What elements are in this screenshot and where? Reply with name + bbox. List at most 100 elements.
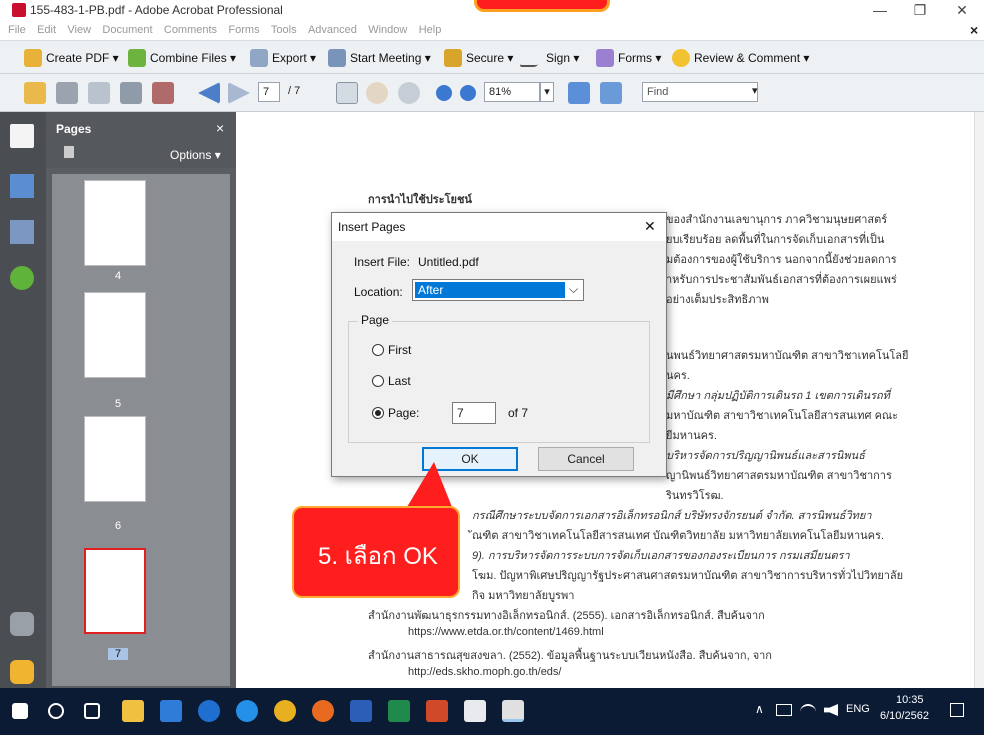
thumbnail-page-5[interactable] xyxy=(84,292,146,378)
menu-forms[interactable]: Forms xyxy=(228,20,259,40)
forms-label: Forms ▾ xyxy=(618,51,662,65)
doc-line: รินทรวิโรฒ. xyxy=(666,490,724,502)
ie-icon[interactable] xyxy=(236,700,258,722)
menu-file[interactable]: File xyxy=(8,20,26,40)
menu-view[interactable]: View xyxy=(67,20,91,40)
firefox-icon[interactable] xyxy=(312,700,334,722)
radio-page-label: Page: xyxy=(388,406,420,420)
clock-date[interactable]: 6/10/2562 xyxy=(880,710,929,722)
menu-document[interactable]: Document xyxy=(102,20,152,40)
bookmarks-icon[interactable] xyxy=(10,174,34,198)
document-scrollbar[interactable] xyxy=(974,112,984,688)
comments-icon[interactable] xyxy=(10,660,34,684)
menu-help[interactable]: Help xyxy=(419,20,442,40)
find-input[interactable]: Find xyxy=(642,82,758,102)
save-icon[interactable] xyxy=(88,82,110,104)
sign-button[interactable]: Sign ▾ xyxy=(518,47,579,69)
doc-line: กิจ มหาวิทยาลัยบูรพา xyxy=(472,590,575,602)
chrome-icon[interactable] xyxy=(274,700,296,722)
trash-icon[interactable] xyxy=(64,146,74,158)
signatures-icon[interactable] xyxy=(10,220,34,244)
print-icon[interactable] xyxy=(56,82,78,104)
help-icon[interactable] xyxy=(10,266,34,290)
start-icon[interactable] xyxy=(12,703,28,719)
document-close-button[interactable]: × xyxy=(970,22,978,38)
dialog-close-button[interactable]: ✕ xyxy=(644,218,656,235)
export-button[interactable]: Export ▾ xyxy=(250,47,316,69)
zoom-dropdown[interactable]: ▾ xyxy=(540,82,554,102)
menu-window[interactable]: Window xyxy=(368,20,407,40)
radio-first[interactable] xyxy=(372,344,384,356)
zoom-in-icon[interactable] xyxy=(460,85,476,101)
review-comment-button[interactable]: Review & Comment ▾ xyxy=(672,47,809,69)
thumbnail-page-7[interactable] xyxy=(84,548,146,634)
notifications-icon[interactable] xyxy=(950,703,964,717)
combine-files-button[interactable]: Combine Files ▾ xyxy=(128,47,236,69)
next-page-icon[interactable] xyxy=(228,82,250,104)
previous-page-icon[interactable] xyxy=(198,82,220,104)
hand-tool-icon[interactable] xyxy=(366,82,388,104)
menu-comments[interactable]: Comments xyxy=(164,20,217,40)
forms-button[interactable]: Forms ▾ xyxy=(596,47,661,69)
create-pdf-button[interactable]: Create PDF ▾ xyxy=(24,47,119,69)
radio-last[interactable] xyxy=(372,375,384,387)
location-select[interactable]: After ⌵ xyxy=(412,279,584,301)
restore-button[interactable]: ❐ xyxy=(900,0,940,20)
highlight-box xyxy=(474,0,610,12)
radio-page[interactable] xyxy=(372,407,384,419)
close-button[interactable]: ✕ xyxy=(942,0,982,20)
zoom-tool-icon[interactable] xyxy=(398,82,420,104)
zoom-level-input[interactable]: 81% xyxy=(484,82,540,102)
thumbnail-page-6[interactable] xyxy=(84,416,146,502)
menu-advanced[interactable]: Advanced xyxy=(308,20,357,40)
doc-line: บริหารจัดการปริญญานิพนธ์และสารนิพนธ์ xyxy=(666,450,865,462)
start-meeting-button[interactable]: Start Meeting ▾ xyxy=(328,47,431,69)
file-explorer-icon[interactable] xyxy=(160,700,182,722)
windows-taskbar: ∧ ENG 10:35 6/10/2562 xyxy=(0,688,984,735)
wifi-icon[interactable] xyxy=(800,704,816,716)
mail-icon[interactable] xyxy=(464,700,486,722)
edge-icon[interactable] xyxy=(198,700,220,722)
fit-page-icon[interactable] xyxy=(568,82,590,104)
open-icon[interactable] xyxy=(24,82,46,104)
pages-panel-header: Pages × Options ▾ xyxy=(46,112,236,168)
doc-line: http://eds.skho.moph.go.th/eds/ xyxy=(408,666,562,678)
minimize-button[interactable]: — xyxy=(860,0,900,20)
task-view-icon[interactable] xyxy=(84,703,100,719)
find-dropdown[interactable]: ▾ xyxy=(752,84,758,97)
menu-tools[interactable]: Tools xyxy=(271,20,297,40)
page-thumbnails: 4 5 6 7 xyxy=(52,174,230,686)
tray-overflow-icon[interactable]: ∧ xyxy=(755,702,764,716)
page-number-field[interactable]: 7 xyxy=(452,402,496,424)
thumbnail-page-4[interactable] xyxy=(84,180,146,266)
email-icon[interactable] xyxy=(120,82,142,104)
volume-icon[interactable] xyxy=(824,704,838,716)
language-indicator[interactable]: ENG xyxy=(846,703,870,715)
excel-icon[interactable] xyxy=(388,700,410,722)
clock-time[interactable]: 10:35 xyxy=(896,694,924,706)
word-icon[interactable] xyxy=(350,700,372,722)
keyboard-icon[interactable] xyxy=(776,704,792,716)
doc-line: มต้องการของผู้ใช้บริการ นอกจากนี้ยังช่วย… xyxy=(666,254,897,266)
search-icon[interactable] xyxy=(48,703,64,719)
options-menu[interactable]: Options ▾ xyxy=(170,148,221,162)
menu-edit[interactable]: Edit xyxy=(37,20,56,40)
doc-line: 9). การบริหารจัดการระบบการจัดเก็บเอกสารข… xyxy=(472,550,850,562)
secure-button[interactable]: Secure ▾ xyxy=(444,47,513,69)
zoom-out-icon[interactable] xyxy=(436,85,452,101)
select-tool-icon[interactable] xyxy=(336,82,358,104)
speech-bubble-icon xyxy=(672,49,690,67)
pen-icon xyxy=(518,49,548,67)
page-number-input[interactable]: 7 xyxy=(258,82,280,102)
acrobat-taskbar-icon[interactable] xyxy=(502,700,524,722)
pages-icon[interactable] xyxy=(10,124,34,148)
ok-button[interactable]: OK xyxy=(422,447,518,471)
store-icon[interactable] xyxy=(122,700,144,722)
fit-width-icon[interactable] xyxy=(600,82,622,104)
powerpoint-icon[interactable] xyxy=(426,700,448,722)
combine-files-icon xyxy=(128,49,146,67)
attach-icon[interactable] xyxy=(152,82,174,104)
attachment-icon[interactable] xyxy=(10,612,34,636)
cancel-button[interactable]: Cancel xyxy=(538,447,634,471)
pages-panel-close[interactable]: × xyxy=(216,120,224,136)
